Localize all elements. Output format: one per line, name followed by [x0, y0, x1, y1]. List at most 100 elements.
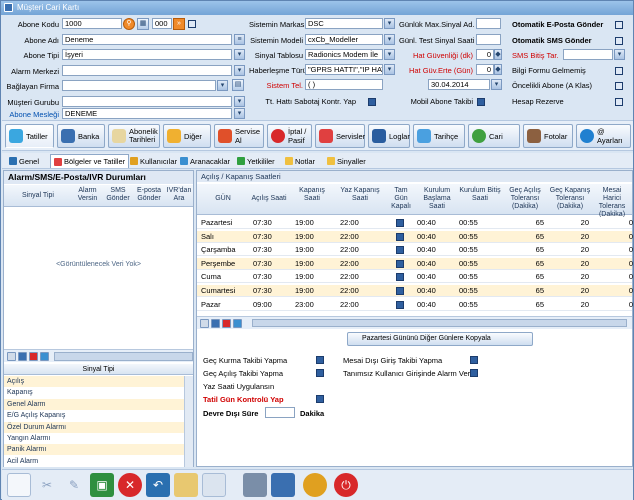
tam-gun-kapali-checkbox[interactable]: [396, 246, 404, 255]
table-row[interactable]: Pazartesi 07:30 19:00 22:00 00:40 00:55 65 20 0: [197, 217, 633, 229]
tab-tarihce[interactable]: Tarihçe: [413, 124, 465, 148]
column-header[interactable]: Alarm Versin: [74, 187, 101, 203]
hesap-rezerve-checkbox[interactable]: [615, 98, 623, 106]
column-header[interactable]: IVR'dan Ara: [166, 187, 192, 203]
sinyal-tablosu-select[interactable]: Radionics Modem İle: [305, 49, 383, 60]
sinyal-tipi-row[interactable]: Genel Alarm: [4, 398, 184, 410]
new-document-icon[interactable]: [7, 473, 31, 497]
tam-gun-kapali-checkbox[interactable]: [396, 300, 404, 309]
column-header[interactable]: Geç Açılış Toleransı (Dakika): [504, 187, 546, 211]
edit-icon[interactable]: [200, 319, 209, 328]
subtab-bolgeler[interactable]: Bölgeler ve Tatiller: [50, 154, 130, 168]
undo-icon[interactable]: ↶: [146, 473, 170, 497]
sistem-tel-input[interactable]: ( ): [305, 79, 383, 90]
tam-gun-kapali-checkbox[interactable]: [396, 232, 404, 241]
column-header[interactable]: Mesai Harici Tolerans (Dakika): [593, 187, 631, 219]
copy-icon[interactable]: [202, 473, 226, 497]
sinyal-tipi-row[interactable]: Panik Alarmı: [4, 444, 184, 456]
tatil-gun-checkbox[interactable]: [316, 395, 324, 403]
table-row[interactable]: Salı 07:30 19:00 22:00 00:40 00:55 65 20 0: [197, 230, 633, 243]
delete-icon[interactable]: [222, 319, 231, 328]
sistemin-markasi-chevron-down-icon[interactable]: ▾: [384, 18, 395, 29]
tab-at-ayarlari[interactable]: @ Ayarları: [576, 124, 631, 148]
subtab-notlar[interactable]: Notlar: [282, 154, 318, 168]
column-header[interactable]: Yaz Kapanış Saati: [335, 187, 385, 203]
cancel-icon[interactable]: ✕: [118, 473, 142, 497]
exit-icon[interactable]: ⏻: [334, 473, 358, 497]
sinyal-tipi-row[interactable]: Özel Durum Alarmı: [4, 421, 184, 433]
tam-gun-kapali-checkbox[interactable]: [396, 259, 404, 268]
copy-monday-button[interactable]: Pazartesi Gününü Diğer Günlere Kopyala: [347, 332, 533, 346]
tanimsiz-kullanici-checkbox[interactable]: [470, 369, 478, 377]
gunl-test-input[interactable]: [476, 34, 501, 45]
alarm-merkezi-select[interactable]: [62, 65, 232, 76]
column-header[interactable]: Kapanış Saati: [292, 187, 332, 203]
tab-tatiller[interactable]: Tatiller: [5, 124, 54, 148]
subtab-genel[interactable]: Genel: [6, 154, 42, 168]
subtab-sinyaller[interactable]: Sinyaller: [324, 154, 369, 168]
tt-hatti-checkbox[interactable]: [368, 98, 376, 106]
sms-bitis-input[interactable]: [563, 49, 613, 60]
sistemin-modeli-select[interactable]: cxCb_Modeller: [305, 34, 383, 45]
alarm-merkezi-chevron-down-icon[interactable]: ▾: [234, 65, 245, 76]
tam-gun-kapali-checkbox[interactable]: [396, 219, 404, 227]
next-code-icon[interactable]: »: [173, 18, 185, 30]
hat-guvenligi-spin-icon[interactable]: ◆: [494, 49, 502, 60]
mesai-disi-checkbox[interactable]: [470, 356, 478, 364]
column-header[interactable]: Sinyal Tipi: [8, 192, 68, 200]
tam-gun-kapali-checkbox[interactable]: [396, 287, 404, 295]
edit-icon[interactable]: ✎: [62, 473, 86, 497]
tab-diger[interactable]: Diğer: [163, 124, 211, 148]
sinyal-tipi-row[interactable]: Acil Alarm: [4, 455, 184, 467]
tam-gun-kapali-checkbox[interactable]: [396, 273, 404, 282]
tab-banka[interactable]: Banka: [57, 124, 105, 148]
oto-eposta-checkbox[interactable]: [615, 21, 623, 29]
tab-abonelik-tarihleri[interactable]: Abonelik Tarihleri: [108, 124, 160, 148]
table-row[interactable]: Cuma 07:30 19:00 22:00 00:40 00:55 65 20 0: [197, 271, 633, 284]
save-icon[interactable]: [18, 352, 27, 361]
gunluk-max-input[interactable]: [476, 18, 501, 29]
abone-tipi-chevron-down-icon[interactable]: ▾: [234, 49, 245, 60]
oncelikli-checkbox[interactable]: [615, 82, 623, 90]
hat-guv-erte-input[interactable]: 0: [476, 64, 494, 75]
abone-tipi-select[interactable]: İşyeri: [62, 49, 232, 60]
column-header[interactable]: GÜN: [201, 195, 245, 203]
refresh-icon[interactable]: [40, 352, 49, 361]
cut-icon[interactable]: ✂: [35, 473, 59, 497]
edit-icon[interactable]: [7, 352, 16, 361]
sinyal-tipi-header[interactable]: Sinyal Tipi: [4, 364, 193, 375]
tab-servise-al[interactable]: Servise Al: [214, 124, 264, 148]
column-header[interactable]: Geç Kapanış Toleransı (Dakika): [549, 187, 591, 211]
users-icon[interactable]: [303, 473, 327, 497]
date-input[interactable]: 30.04.2014: [428, 79, 490, 90]
column-header[interactable]: Kurulum Bitiş Saati: [459, 187, 501, 203]
musteri-gurubu-select[interactable]: [62, 96, 232, 107]
refresh-icon[interactable]: [233, 319, 242, 328]
haberlesme-turu-select[interactable]: "GPRS HATTI","IP HATTI": [305, 64, 383, 75]
sinyal-tipi-row[interactable]: Kapanış: [4, 387, 184, 399]
subtab-aranacaklar[interactable]: Aranacaklar: [177, 154, 233, 168]
column-header[interactable]: Açılış Saati: [249, 195, 289, 203]
devre-disi-input[interactable]: [265, 407, 295, 418]
subtab-kullanicilar[interactable]: Kullanıcılar: [127, 154, 180, 168]
abone-kodu-extra-input[interactable]: 000: [152, 18, 172, 29]
subtab-yetkililer[interactable]: Yetkililer: [234, 154, 278, 168]
abone-adi-edit-icon[interactable]: ≡: [234, 34, 245, 45]
table-row[interactable]: Pazar 09:00 23:00 22:00 00:40 00:55 65 20 0: [197, 298, 633, 311]
book-icon[interactable]: [271, 473, 295, 497]
haberlesme-turu-chevron-down-icon[interactable]: ▾: [384, 64, 395, 75]
column-header[interactable]: Tam Gün Kapalı: [387, 187, 415, 211]
delete-icon[interactable]: [29, 352, 38, 361]
abone-adi-input[interactable]: Deneme: [62, 34, 232, 45]
horizontal-scrollbar[interactable]: [252, 319, 627, 327]
horizontal-scrollbar[interactable]: [54, 352, 193, 361]
calculator-icon[interactable]: ▤: [232, 79, 244, 91]
sistemin-modeli-chevron-down-icon[interactable]: ▾: [384, 34, 395, 45]
table-row[interactable]: Perşembe 07:30 19:00 22:00 00:40 00:55 65 20 0: [197, 257, 633, 270]
abone-meslegi-select[interactable]: DENEME: [62, 108, 232, 119]
gec-kurma-checkbox[interactable]: [316, 356, 324, 364]
printer-icon[interactable]: [243, 473, 267, 497]
oto-sms-checkbox[interactable]: [615, 37, 623, 45]
gec-acilis-checkbox[interactable]: [316, 369, 324, 377]
baglayan-firma-select[interactable]: [62, 80, 216, 91]
